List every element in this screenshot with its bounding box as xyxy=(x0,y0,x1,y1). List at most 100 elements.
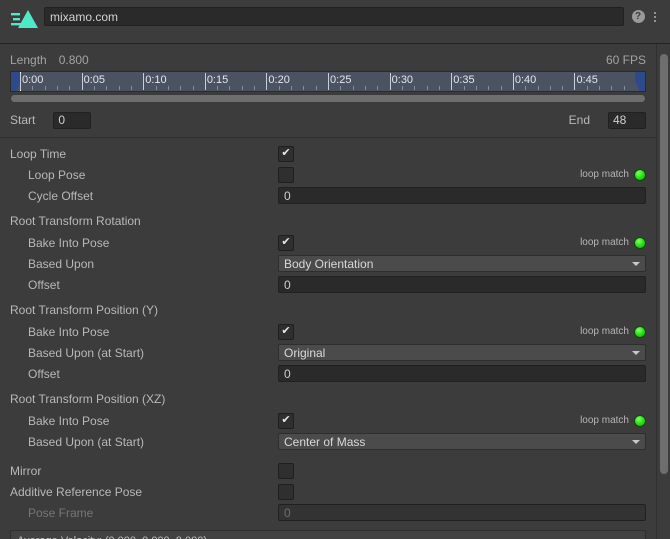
ruler-minor-tick xyxy=(192,86,194,90)
ruler-tick xyxy=(266,73,268,90)
position-xz-match-indicator: loop match xyxy=(580,414,646,427)
kebab-dots xyxy=(654,11,656,22)
ruler-minor-tick xyxy=(278,86,280,90)
rotation-offset-value: 0 xyxy=(284,277,291,292)
settings-scroll-area: Length 0.800 60 FPS 0:00 0:05 0:10 0:15 0:20… xyxy=(0,44,656,539)
row-position-y-offset: Offset 0 xyxy=(10,363,646,384)
timeline-scroll-thumb[interactable] xyxy=(11,95,645,102)
start-label: Start xyxy=(10,113,36,127)
asset-name-field[interactable]: mixamo.com xyxy=(44,7,624,26)
ruler-minor-tick xyxy=(303,86,305,90)
group-root-transform-rotation: Root Transform Rotation xyxy=(10,210,646,232)
rotation-bake-label: Bake Into Pose xyxy=(28,235,110,250)
mirror-label: Mirror xyxy=(10,463,42,478)
position-xz-group-label: Root Transform Position (XZ) xyxy=(10,392,166,406)
help-icon[interactable]: ? xyxy=(630,7,646,26)
ruler-minor-tick xyxy=(241,86,243,90)
end-frame-input[interactable]: 48 xyxy=(608,111,646,129)
loop-pose-checkbox[interactable] xyxy=(278,166,294,183)
panel-header: mixamo.com ? xyxy=(0,0,670,44)
timeline-info-row: Length 0.800 60 FPS xyxy=(10,52,646,68)
ruler-minor-tick xyxy=(463,86,465,90)
panel-body: Length 0.800 60 FPS 0:00 0:05 0:10 0:15 0:20… xyxy=(0,44,670,539)
ruler-minor-tick xyxy=(562,86,564,90)
animation-import-settings-panel: mixamo.com ? Length 0.800 60 FPS 0:00 0:… xyxy=(0,0,670,539)
ruler-minor-tick xyxy=(623,86,625,90)
loop-match-led-icon xyxy=(634,168,646,181)
ruler-tick xyxy=(574,73,576,90)
ruler-minor-tick xyxy=(377,86,379,90)
position-y-based-upon-dropdown[interactable]: Original xyxy=(278,344,646,361)
kebab-menu-icon[interactable] xyxy=(648,7,662,26)
ruler-tick xyxy=(204,73,206,90)
position-y-offset-value: 0 xyxy=(284,366,291,381)
ruler-minor-tick xyxy=(254,86,256,90)
chevron-down-icon xyxy=(632,261,640,266)
length-label: Length xyxy=(10,53,47,67)
chevron-down-icon xyxy=(632,350,640,355)
ruler-minor-tick xyxy=(340,86,342,90)
position-y-offset-input[interactable]: 0 xyxy=(278,365,646,382)
ruler-minor-tick xyxy=(44,86,46,90)
ruler-minor-tick xyxy=(365,86,366,90)
row-additive-reference-pose: Additive Reference Pose xyxy=(10,481,646,502)
clip-end-marker[interactable] xyxy=(635,72,645,91)
position-y-match-label: loop match xyxy=(580,326,629,337)
additive-reference-pose-checkbox[interactable] xyxy=(278,483,294,500)
position-y-match-indicator: loop match xyxy=(580,325,646,338)
panel-vertical-scrollbar[interactable] xyxy=(656,44,670,539)
row-position-y-bake: Bake Into Pose ✔ loop match xyxy=(10,321,646,342)
timeline-ruler[interactable]: 0:00 0:05 0:10 0:15 0:20 0:25 0:30 0:35 0:40 0:45 xyxy=(10,71,646,92)
position-y-bake-checkbox[interactable]: ✔ xyxy=(278,323,294,340)
row-position-y-based-upon: Based Upon (at Start) Original xyxy=(10,342,646,363)
ruler-minor-tick xyxy=(426,86,428,90)
pose-frame-label: Pose Frame xyxy=(28,505,94,520)
ruler-minor-tick xyxy=(525,86,527,90)
rotation-based-upon-label: Based Upon xyxy=(28,256,95,271)
average-velocity-text: Average Velocity: (0.000, 0.000, 0.000) xyxy=(17,534,639,539)
help-glyph: ? xyxy=(631,10,645,23)
ruler-minor-tick xyxy=(500,86,502,90)
position-xz-based-upon-label: Based Upon (at Start) xyxy=(28,434,145,449)
position-y-based-upon-value: Original xyxy=(284,345,326,360)
rotation-based-upon-value: Body Orientation xyxy=(284,256,374,271)
loop-pose-match-indicator: loop match xyxy=(580,168,646,181)
mirror-checkbox[interactable] xyxy=(278,462,294,479)
position-xz-match-label: loop match xyxy=(580,415,629,426)
asset-name-text: mixamo.com xyxy=(50,9,119,24)
fps-label: 60 FPS xyxy=(605,53,646,67)
ruler-minor-tick xyxy=(438,86,440,90)
pose-frame-input: 0 xyxy=(278,504,646,521)
start-frame-input[interactable]: 0 xyxy=(53,111,92,129)
cycle-offset-value: 0 xyxy=(284,188,291,203)
ruler-minor-tick xyxy=(475,86,477,90)
ruler-tick xyxy=(389,73,391,90)
ruler-minor-tick xyxy=(549,86,551,90)
panel-scroll-thumb[interactable] xyxy=(660,54,668,474)
ruler-minor-tick xyxy=(229,86,231,90)
ruler-minor-tick xyxy=(32,86,34,90)
start-frame-value: 0 xyxy=(58,113,66,127)
ruler-minor-tick xyxy=(315,86,317,90)
rotation-based-upon-dropdown[interactable]: Body Orientation xyxy=(278,255,646,272)
loop-time-checkbox[interactable]: ✔ xyxy=(278,145,294,162)
ruler-minor-tick xyxy=(352,86,354,90)
rotation-offset-label: Offset xyxy=(28,277,60,292)
position-xz-bake-checkbox[interactable]: ✔ xyxy=(278,412,294,429)
rotation-offset-input[interactable]: 0 xyxy=(278,276,646,293)
timeline-horizontal-scrollbar[interactable] xyxy=(10,95,646,102)
position-y-group-label: Root Transform Position (Y) xyxy=(10,303,159,317)
rotation-bake-checkbox[interactable]: ✔ xyxy=(278,234,294,251)
ruler-minor-tick xyxy=(180,86,182,90)
ruler-minor-tick xyxy=(118,86,120,90)
length-value: 0.800 xyxy=(58,53,89,67)
end-frame-value: 48 xyxy=(613,113,627,127)
position-y-offset-label: Offset xyxy=(28,366,60,381)
rotation-match-indicator: loop match xyxy=(580,236,646,249)
loop-match-label: loop match xyxy=(580,169,629,180)
position-xz-based-upon-dropdown[interactable]: Center of Mass xyxy=(278,433,646,450)
ruler-tick xyxy=(81,73,83,90)
rotation-match-label: loop match xyxy=(580,237,629,248)
cycle-offset-input[interactable]: 0 xyxy=(278,187,646,204)
position-y-bake-label: Bake Into Pose xyxy=(28,324,110,339)
